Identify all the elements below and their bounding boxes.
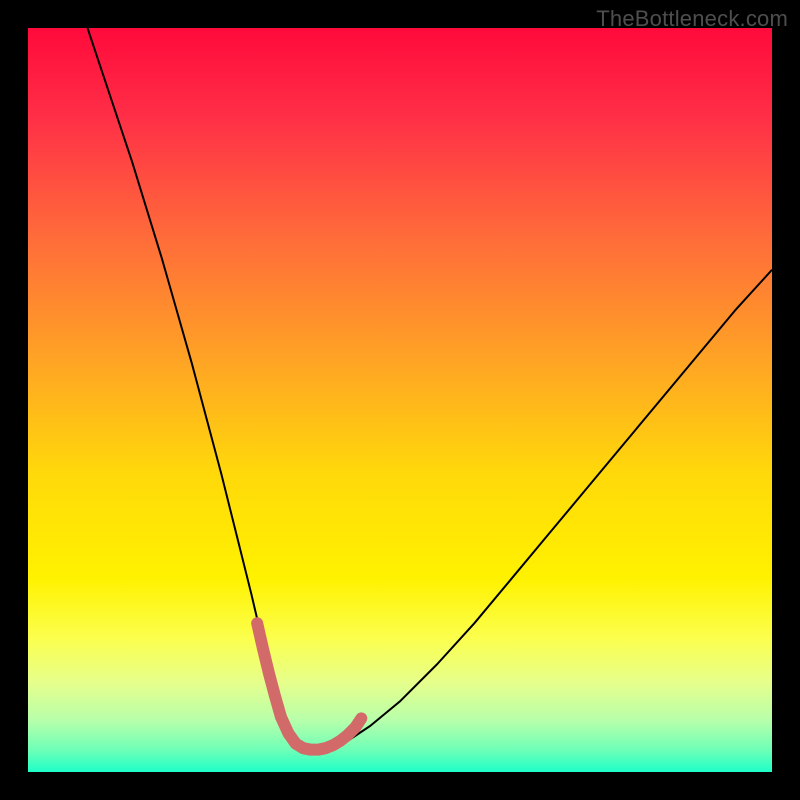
plot-area	[28, 28, 772, 772]
watermark-text: TheBottleneck.com	[596, 6, 788, 32]
chart-frame: TheBottleneck.com	[0, 0, 800, 800]
chart-canvas	[28, 28, 772, 772]
